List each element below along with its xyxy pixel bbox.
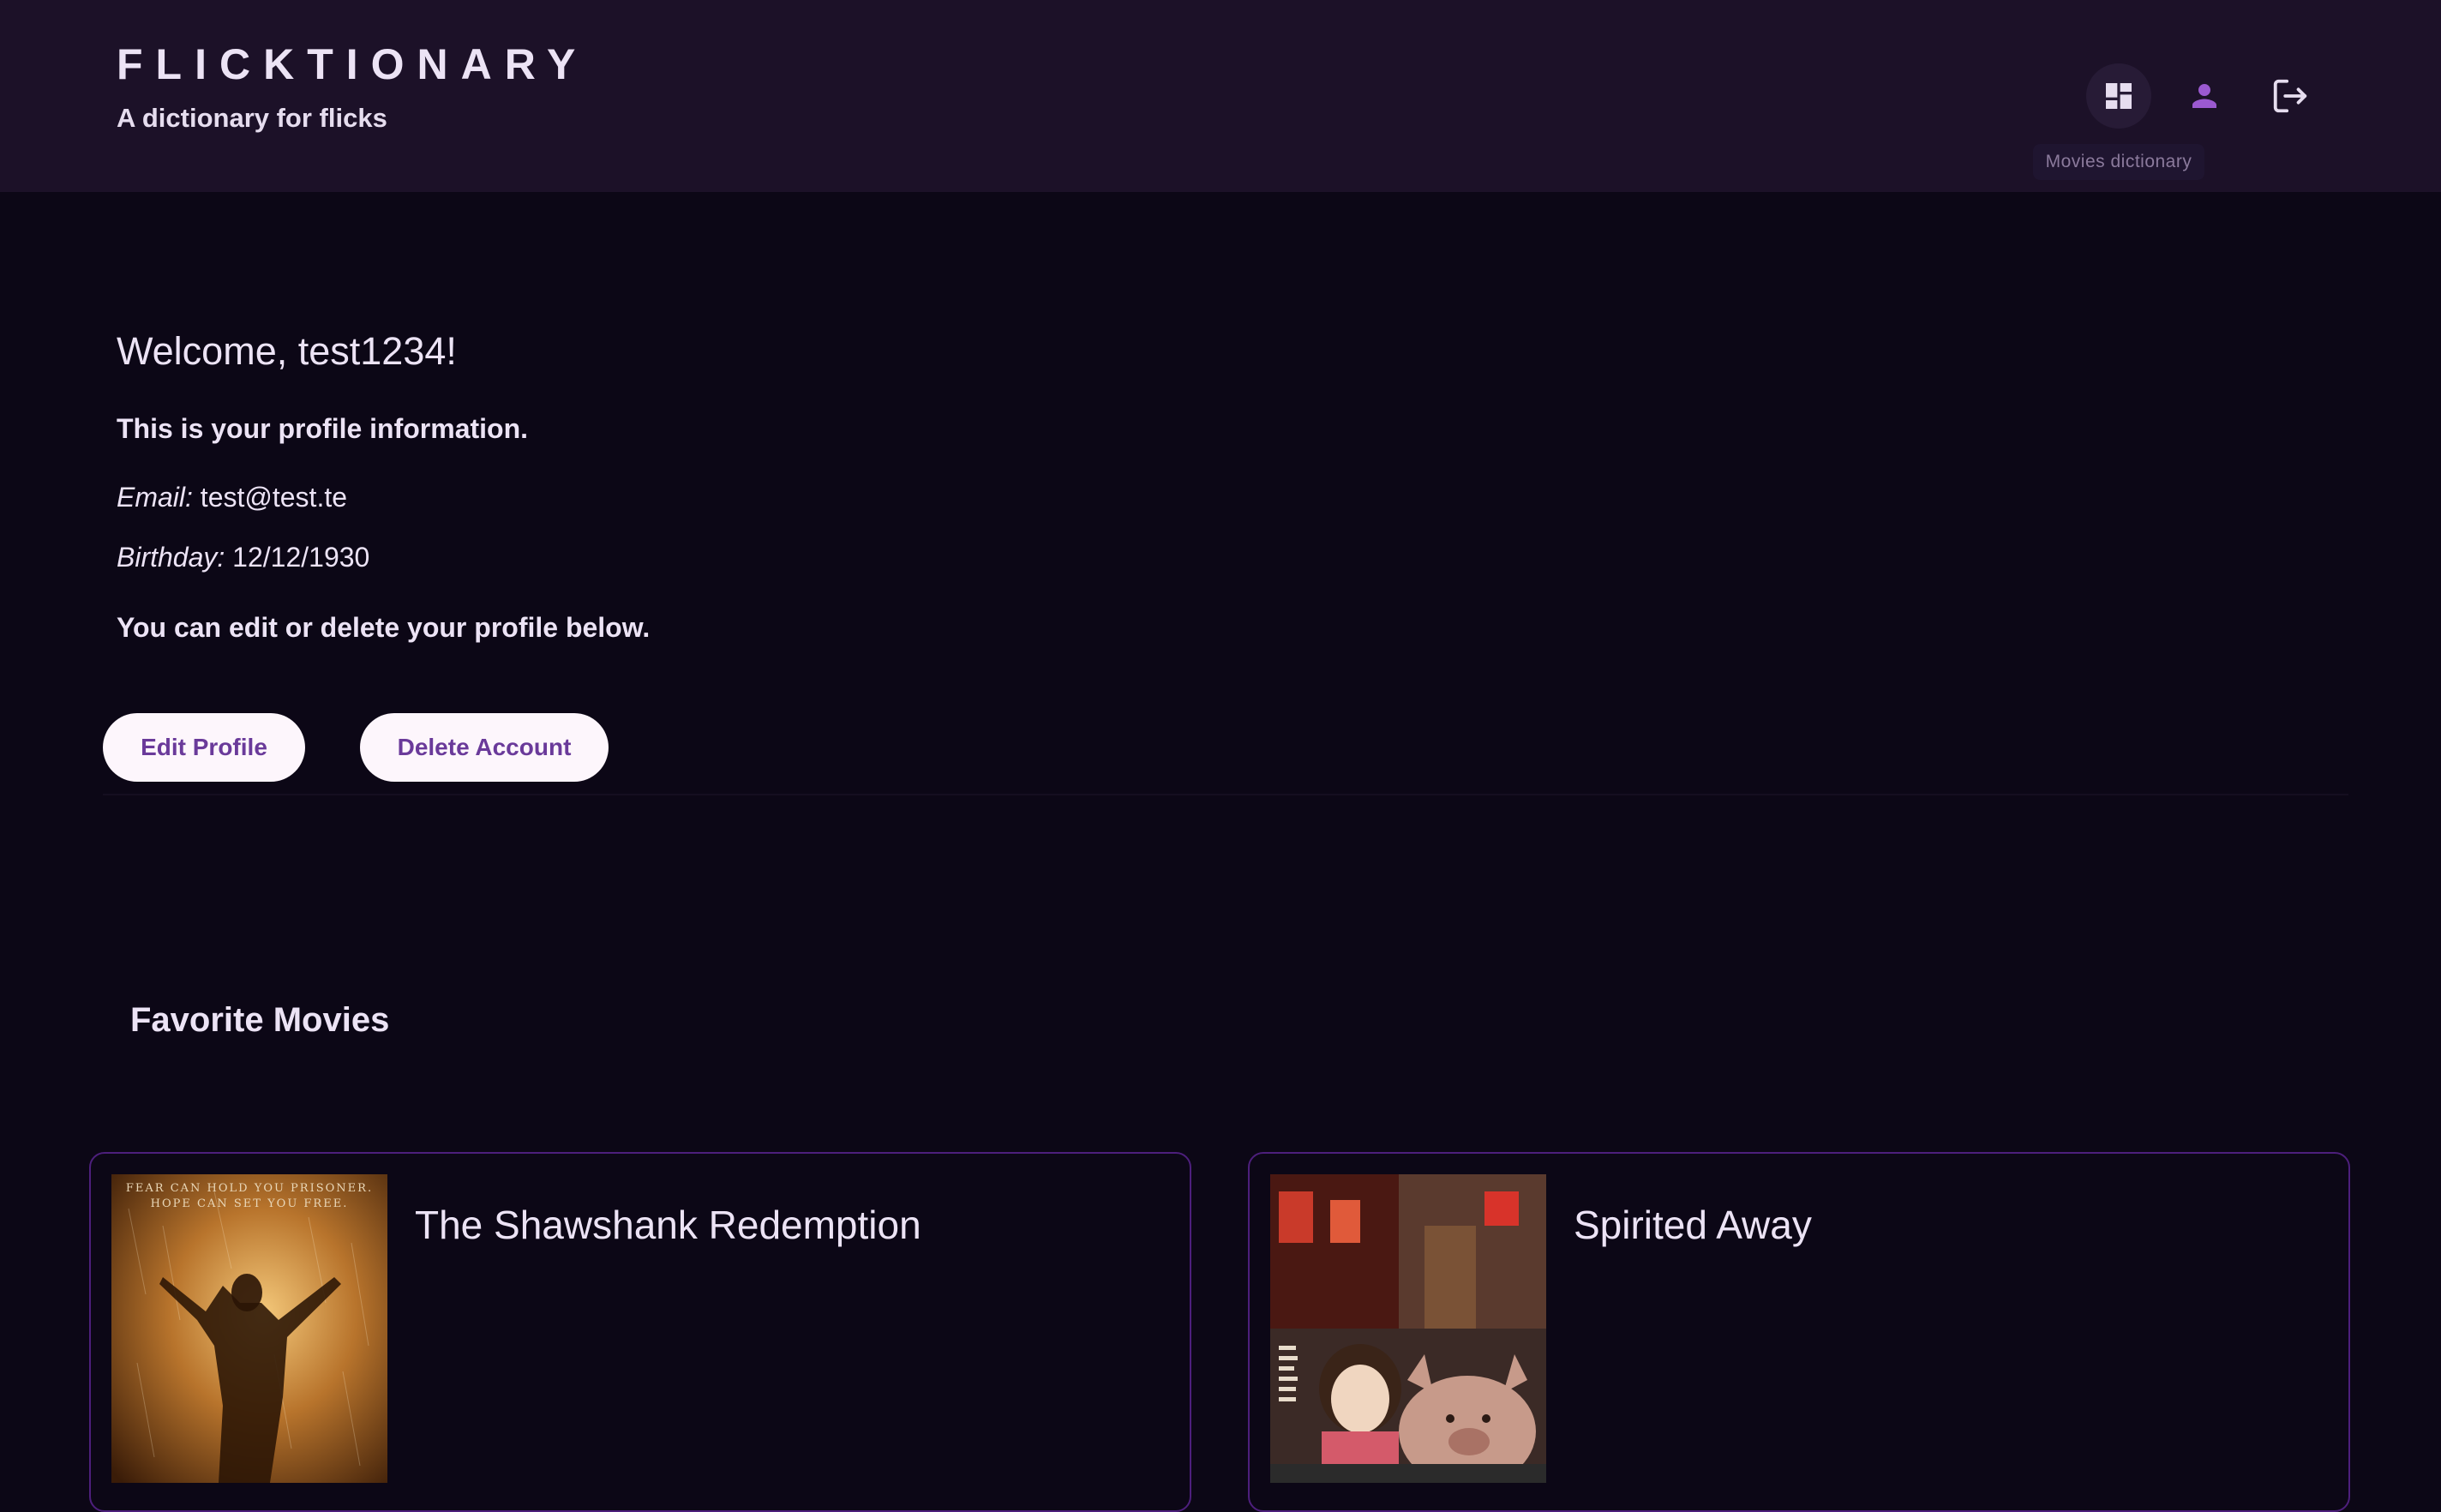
email-row: Email: test@test.te <box>117 482 347 513</box>
app-title: FLICKTIONARY <box>117 40 589 88</box>
edit-profile-button[interactable]: Edit Profile <box>103 713 305 782</box>
favorites-heading: Favorite Movies <box>130 1001 390 1039</box>
birthday-row: Birthday: 12/12/1930 <box>117 542 369 573</box>
dashboard-icon <box>2106 83 2132 109</box>
movie-title[interactable]: The Shawshank Redemption <box>415 1202 921 1248</box>
delete-account-button[interactable]: Delete Account <box>360 713 609 782</box>
movies-dictionary-button[interactable] <box>2086 63 2151 129</box>
movie-poster[interactable]: FEAR CAN HOLD YOU PRISONER. HOPE CAN SET… <box>111 1174 387 1483</box>
movie-card[interactable]: Spirited Away <box>1248 1152 2350 1512</box>
email-label: Email: <box>117 482 193 513</box>
person-icon <box>2192 84 2216 108</box>
welcome-heading: Welcome, test1234! <box>117 329 457 373</box>
nav-tooltip: Movies dictionary <box>2033 144 2204 180</box>
shawshank-poster-image <box>111 1174 387 1483</box>
app-subtitle: A dictionary for flicks <box>117 103 387 133</box>
birthday-value: 12/12/1930 <box>232 542 370 573</box>
profile-intro: This is your profile information. <box>117 413 529 444</box>
movie-poster[interactable] <box>1270 1174 1546 1483</box>
app-header: FLICKTIONARY A dictionary for flicks Mov… <box>0 0 2441 192</box>
logout-button[interactable] <box>2258 63 2323 129</box>
birthday-label: Birthday: <box>117 542 225 573</box>
logout-icon <box>2273 79 2307 113</box>
poster-tagline: FEAR CAN HOLD YOU PRISONER. HOPE CAN SET… <box>125 1182 374 1210</box>
section-divider <box>103 794 2348 795</box>
email-value: test@test.te <box>200 482 348 513</box>
movie-card[interactable]: FEAR CAN HOLD YOU PRISONER. HOPE CAN SET… <box>89 1152 1191 1512</box>
profile-button[interactable] <box>2172 63 2237 129</box>
movie-title[interactable]: Spirited Away <box>1574 1202 1812 1248</box>
spirited-away-poster-image <box>1270 1174 1546 1483</box>
edit-note: You can edit or delete your profile belo… <box>117 612 651 643</box>
